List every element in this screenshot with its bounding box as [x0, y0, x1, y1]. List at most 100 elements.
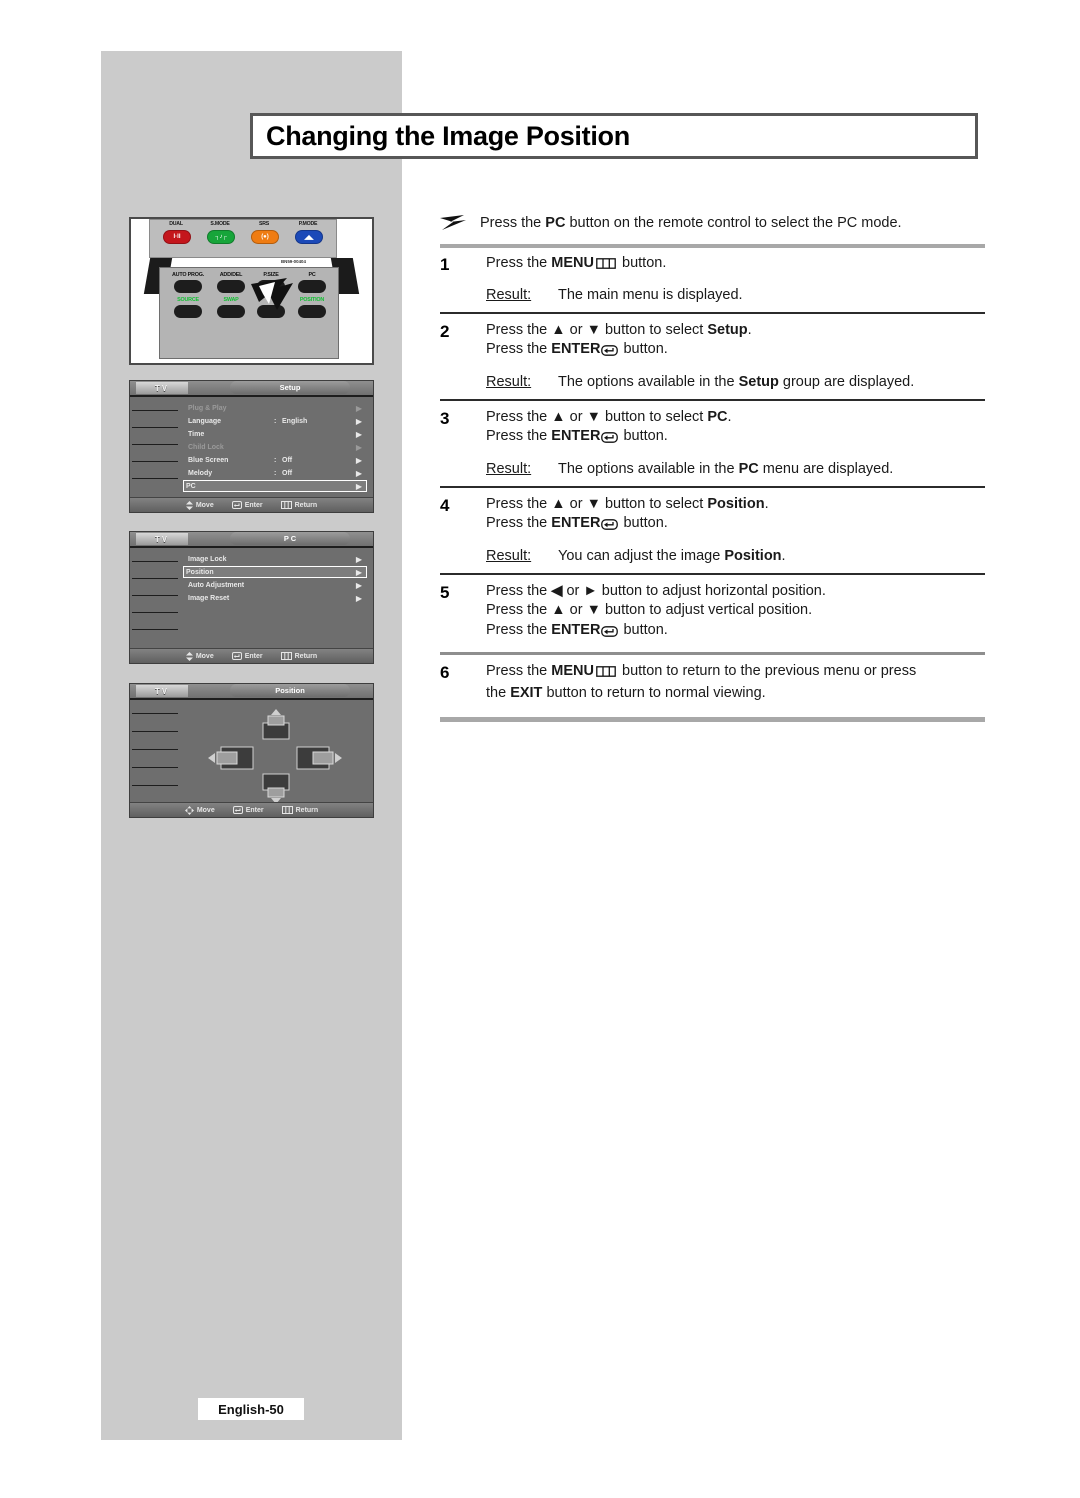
osd-setup-menu: TV Setup Plug & Play ▶ Language : Englis…	[129, 380, 374, 513]
menu-glyph-icon	[596, 664, 616, 684]
intro-text-before: Press the	[480, 215, 546, 231]
footer-return: Return	[280, 501, 317, 509]
osd-pc-header: TV P C	[130, 532, 373, 548]
osd-row-blue-screen[interactable]: Blue Screen : Off ▶	[188, 454, 366, 466]
step-result: Result: You can adjust the image Positio…	[486, 548, 985, 564]
step-line: Press the ENTER button.	[486, 514, 985, 537]
pc-button[interactable]	[298, 280, 326, 293]
enter-glyph-icon	[601, 517, 619, 537]
osd-row-value: Off	[282, 456, 293, 464]
footer-enter-label: Enter	[245, 806, 264, 814]
osd-row-colon: :	[274, 417, 277, 425]
chevron-right-icon: ▶	[355, 403, 362, 413]
step-body: Press the ▲ or ▼ button to select Positi…	[486, 495, 985, 564]
osd-position-header: TV Position	[130, 684, 373, 700]
osd-setup-footer: Move Enter Return	[130, 497, 373, 512]
step-number: 2	[440, 321, 450, 341]
osd-pc-rail	[130, 548, 180, 648]
step-3: 3 Press the ▲ or ▼ button to select PC. …	[440, 408, 985, 477]
updown-icon	[185, 651, 193, 661]
pmode-button[interactable]: ◢◣	[295, 230, 323, 244]
footer-enter-label: Enter	[244, 501, 263, 509]
remote-label-dual: DUAL	[169, 221, 183, 227]
move-left-icon[interactable]	[208, 745, 256, 771]
step-1: 1 Press the MENU button. Result: The mai…	[440, 254, 985, 303]
osd-row-language[interactable]: Language : English ▶	[188, 415, 366, 427]
step-result: Result: The main menu is displayed.	[486, 287, 985, 303]
move-icon	[184, 805, 194, 815]
osd-row-value: English	[282, 417, 308, 425]
result-text: The options available in the Setup group…	[558, 373, 915, 390]
step-line: Press the ▲ or ▼ button to select Positi…	[486, 495, 769, 512]
label-source: SOURCE	[177, 297, 199, 303]
osd-row-auto-adjustment[interactable]: Auto Adjustment ▶	[188, 579, 366, 591]
osd-row-child-lock[interactable]: Child Lock ▶	[188, 441, 366, 453]
step-body: Press the ◀ or ► button to adjust horizo…	[486, 582, 985, 644]
page-number-label: English-50	[198, 1398, 304, 1420]
auto-prog-button[interactable]	[174, 280, 202, 293]
smode-button[interactable]: ┐♪┌	[207, 230, 235, 244]
source-button[interactable]	[174, 305, 202, 318]
chevron-right-icon: ▶	[355, 455, 362, 465]
move-up-icon[interactable]	[258, 709, 294, 741]
add-del-button[interactable]	[217, 280, 245, 293]
footer-move: Move	[185, 651, 214, 661]
page-title-box: Changing the Image Position	[250, 113, 978, 159]
step-number: 5	[440, 582, 450, 602]
osd-row-image-lock[interactable]: Image Lock ▶	[188, 553, 366, 565]
osd-row-value: Off	[282, 469, 293, 477]
dual-button[interactable]: I·II	[163, 230, 191, 244]
osd-row-position[interactable]: Position ▶	[183, 566, 367, 578]
srs-button[interactable]: (●)	[251, 230, 279, 244]
footer-move-label: Move	[196, 806, 215, 814]
intro-text-after: button on the remote control to select t…	[565, 215, 902, 231]
position-cross-graphic	[130, 700, 373, 805]
footer-enter: Enter	[232, 806, 264, 814]
osd-row-label: Image Reset	[188, 594, 230, 602]
step-line: Press the ENTER button.	[486, 427, 985, 450]
divider-5	[440, 652, 985, 655]
remote-model-code-top: BN59-00404	[281, 259, 306, 264]
move-down-icon[interactable]	[258, 773, 294, 805]
osd-pc-menu: TV P C Image Lock ▶ Position ▶ Auto Adju…	[129, 531, 374, 664]
osd-tv-badge: TV	[136, 685, 188, 697]
divider-1	[440, 311, 985, 314]
intro-text: Press the PC button on the remote contro…	[480, 214, 902, 233]
osd-setup-rail	[130, 397, 180, 497]
footer-move-label: Move	[195, 652, 214, 660]
menu-glyph-icon	[596, 256, 616, 276]
swap-button[interactable]	[217, 305, 245, 318]
osd-row-image-reset[interactable]: Image Reset ▶	[188, 592, 366, 604]
osd-row-pc[interactable]: PC ▶	[183, 480, 367, 492]
remote-top-row: DUAL S.MODE SRS P.MODE I·II ┐♪┌ (●) ◢◣	[149, 219, 337, 258]
footer-enter: Enter	[231, 652, 263, 660]
step-line: Press the ◀ or ► button to adjust horizo…	[486, 582, 826, 599]
step-result: Result: The options available in the Set…	[486, 374, 985, 390]
footer-enter-label: Enter	[244, 652, 263, 660]
osd-row-plug-play[interactable]: Plug & Play ▶	[188, 402, 366, 414]
move-right-icon[interactable]	[294, 745, 342, 771]
step-body: Press the MENU button. Result: The main …	[486, 254, 985, 303]
osd-row-colon: :	[274, 456, 277, 464]
step-line: Press the ENTER button.	[486, 340, 985, 363]
callout-arrow-icon	[251, 278, 293, 310]
label-swap: SWAP	[223, 297, 239, 303]
step-line: Press the ▲ or ▼ button to adjust vertic…	[486, 602, 813, 618]
chevron-right-icon: ▶	[355, 468, 362, 478]
enter-glyph-icon	[601, 430, 619, 450]
footer-move-label: Move	[195, 501, 214, 509]
osd-pc-body: Image Lock ▶ Position ▶ Auto Adjustment …	[130, 548, 373, 648]
osd-row-label: Image Lock	[188, 555, 227, 563]
osd-row-time[interactable]: Time ▶	[188, 428, 366, 440]
result-label: Result:	[486, 373, 532, 390]
osd-position-body	[130, 700, 373, 805]
osd-setup-title: Setup	[230, 381, 350, 394]
position-button[interactable]	[298, 305, 326, 318]
divider-2	[440, 398, 985, 401]
page-title: Changing the Image Position	[266, 120, 630, 151]
result-text: You can adjust the image Position.	[558, 547, 786, 564]
osd-row-melody[interactable]: Melody : Off ▶	[188, 467, 366, 479]
divider-3	[440, 485, 985, 488]
label-add-del: ADD/DEL	[219, 272, 243, 278]
enter-glyph-icon	[601, 343, 619, 363]
